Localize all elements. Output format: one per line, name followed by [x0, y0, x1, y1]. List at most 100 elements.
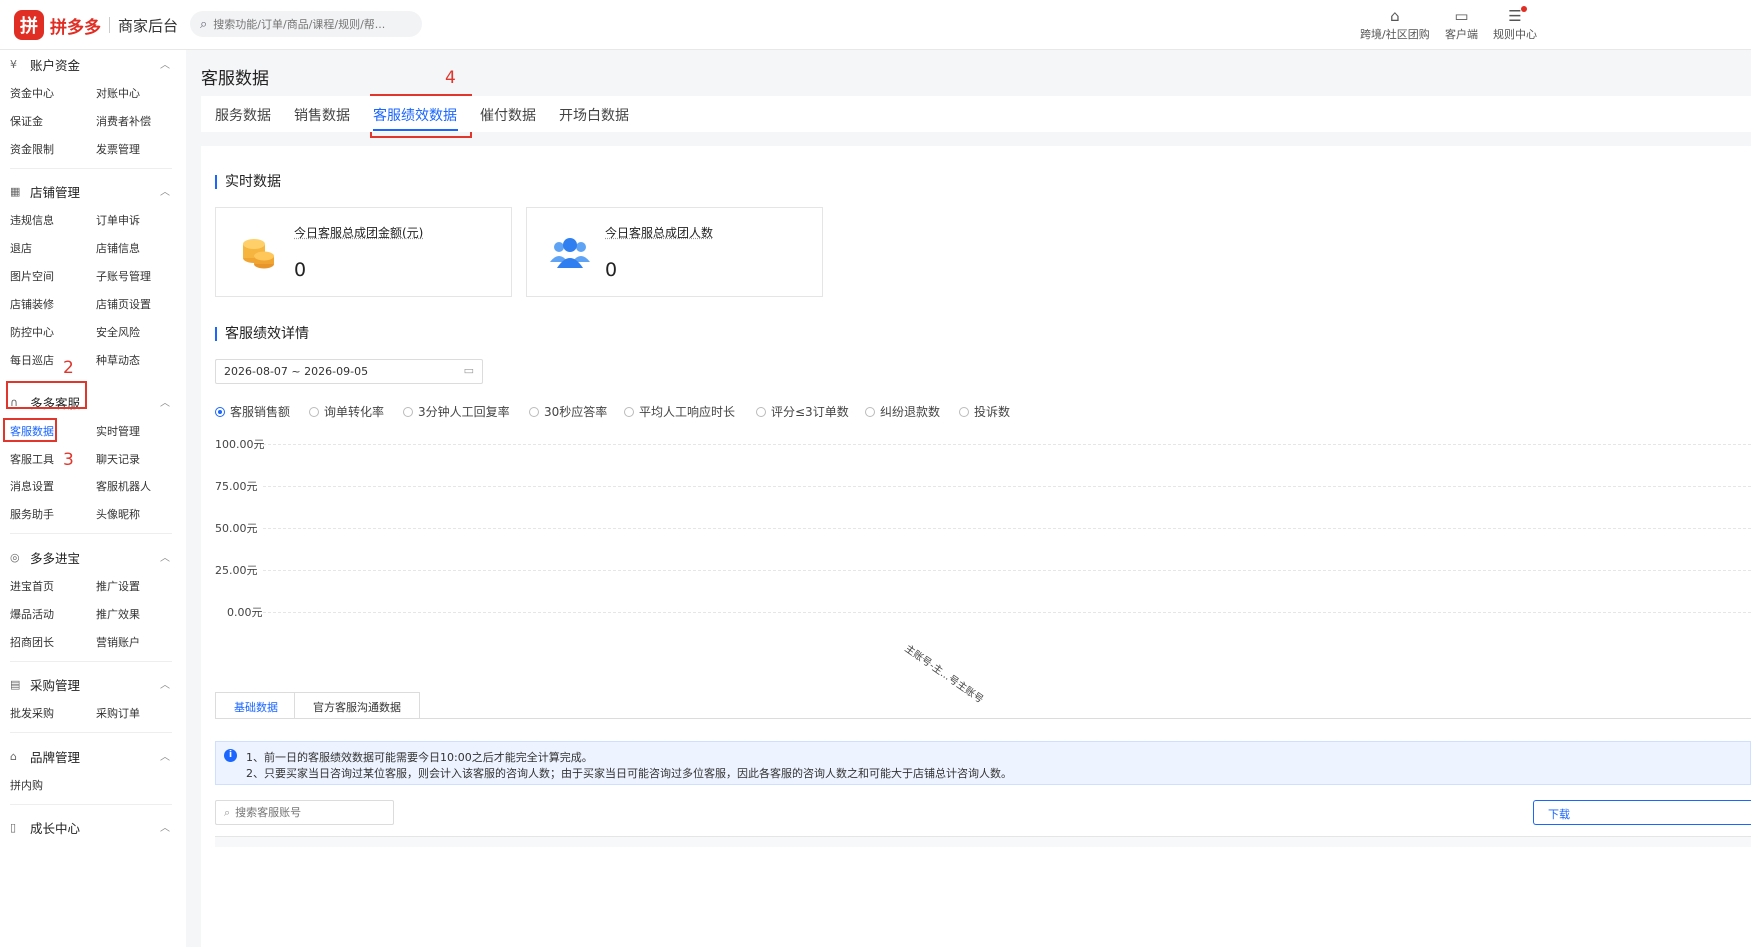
sidebar-item[interactable]: 进宝首页: [10, 578, 54, 594]
sidebar-item[interactable]: 安全风险: [96, 324, 140, 340]
stat-label: 今日客服总成团金额(元): [294, 226, 424, 240]
chevron-up-icon[interactable]: ︿: [160, 748, 170, 763]
global-search[interactable]: ⌕: [190, 11, 422, 37]
sidebar-item[interactable]: 图片空间: [10, 268, 54, 284]
radio-inquiry-conversion[interactable]: 询单转化率: [309, 403, 384, 420]
radio-avg-response[interactable]: 平均人工响应时长: [624, 403, 735, 420]
sidebar-item[interactable]: 消息设置: [10, 478, 54, 494]
radio-dot: [624, 406, 634, 417]
sidebar-item[interactable]: 防控中心: [10, 324, 54, 340]
sidebar-item[interactable]: 服务助手: [10, 506, 54, 522]
pdd-logo-icon: 拼: [14, 10, 44, 40]
sidebar-item[interactable]: 实时管理: [96, 423, 140, 439]
sidebar-item[interactable]: 招商团长: [10, 634, 54, 650]
stat-value: 0: [605, 259, 618, 281]
annotation-number: 4: [445, 68, 456, 88]
stat-card-people: 今日客服总成团人数 0: [526, 207, 823, 297]
sidebar-item[interactable]: 店铺信息: [96, 240, 140, 256]
chevron-up-icon[interactable]: ︿: [160, 183, 170, 198]
radio-complaints[interactable]: 投诉数: [959, 403, 1010, 420]
sidebar-item[interactable]: 消费者补偿: [96, 113, 151, 129]
tab-opening-line[interactable]: 开场白数据: [559, 105, 629, 125]
logo[interactable]: 拼 拼多多 商家后台: [14, 10, 178, 40]
radio-3min-reply[interactable]: 3分钟人工回复率: [403, 403, 510, 420]
sidebar-item[interactable]: 推广设置: [96, 578, 140, 594]
radio-label: 30秒应答率: [544, 405, 608, 419]
radio-dot: [215, 406, 225, 417]
tab-payment-reminder[interactable]: 催付数据: [480, 105, 536, 125]
radio-dispute-refund[interactable]: 纠纷退款数: [865, 403, 940, 420]
subtab-official-cs-data[interactable]: 官方客服沟通数据: [294, 692, 420, 719]
notice-line-1: 1、前一日的客服绩效数据可能需要今日10:00之后才能完全计算完成。: [246, 751, 593, 764]
sidebar-item[interactable]: 资金中心: [10, 85, 54, 101]
sidebar-item[interactable]: 子账号管理: [96, 268, 151, 284]
sidebar-item[interactable]: 店铺装修: [10, 296, 54, 312]
chevron-up-icon[interactable]: ︿: [160, 819, 170, 834]
tab-service-data[interactable]: 服务数据: [215, 105, 271, 125]
chevron-up-icon[interactable]: ︿: [160, 394, 170, 409]
radio-label: 平均人工响应时长: [639, 405, 736, 419]
stat-label: 今日客服总成团人数: [605, 226, 714, 240]
sidebar-item[interactable]: 批发采购: [10, 705, 54, 721]
sidebar-item[interactable]: 客服工具: [10, 451, 54, 467]
global-search-input[interactable]: [213, 17, 394, 31]
annotation-box-item: [3, 418, 57, 442]
sidebar-item[interactable]: 推广效果: [96, 606, 140, 622]
header-link-cross-border[interactable]: ⌂ 跨境/社区团购: [1360, 6, 1430, 42]
sidebar-group-growth-center[interactable]: ▯ 成长中心: [10, 818, 80, 837]
account-search[interactable]: ⌕: [215, 800, 394, 825]
sidebar-group-procurement[interactable]: ▤ 采购管理: [10, 675, 80, 694]
sidebar-item[interactable]: 每日巡店: [10, 352, 54, 368]
annotation-box-group: [6, 381, 87, 409]
radio-label: 客服销售额: [230, 405, 291, 419]
sidebar-item[interactable]: 爆品活动: [10, 606, 54, 622]
chevron-up-icon[interactable]: ︿: [160, 56, 170, 71]
sidebar-item[interactable]: 聊天记录: [96, 451, 140, 467]
header-link-rules[interactable]: ☰ 规则中心: [1493, 6, 1537, 42]
growth-icon: ▯: [10, 821, 17, 834]
date-range-picker[interactable]: 2026-08-07 ~ 2026-09-05 ▭: [215, 359, 483, 384]
tab-sales-data[interactable]: 销售数据: [294, 105, 350, 125]
sidebar-item[interactable]: 保证金: [10, 113, 43, 129]
radio-label: 投诉数: [974, 405, 1011, 419]
grid-line: [263, 570, 1751, 571]
radio-cs-sales[interactable]: 客服销售额: [215, 403, 290, 420]
tab-cs-performance[interactable]: 客服绩效数据: [373, 105, 457, 125]
subtab-basic-data[interactable]: 基础数据: [215, 692, 297, 719]
notification-dot: [1521, 6, 1527, 12]
sidebar-item[interactable]: 拼内购: [10, 777, 43, 793]
search-icon: ⌕: [224, 805, 231, 819]
download-button[interactable]: 下载: [1533, 800, 1751, 825]
sidebar-item[interactable]: 店铺页设置: [96, 296, 151, 312]
sidebar-item[interactable]: 营销账户: [96, 634, 140, 650]
radio-30s-response[interactable]: 30秒应答率: [529, 403, 607, 420]
info-notice: i 1、前一日的客服绩效数据可能需要今日10:00之后才能完全计算完成。 2、只…: [215, 741, 1751, 785]
grid-line: [263, 528, 1751, 529]
logo-subtitle: 商家后台: [118, 16, 179, 35]
sidebar-item[interactable]: 客服机器人: [96, 478, 151, 494]
sidebar-item[interactable]: 退店: [10, 240, 32, 256]
sidebar-item[interactable]: 头像昵称: [96, 506, 140, 522]
y-tick-label: 75.00元: [215, 480, 258, 493]
sidebar-item[interactable]: 采购订单: [96, 705, 140, 721]
group-title: 账户资金: [30, 58, 81, 73]
radio-low-rating[interactable]: 评分≤3订单数: [756, 403, 849, 420]
sidebar-group-duoduo-jinbao[interactable]: ◎ 多多进宝: [10, 548, 80, 567]
chevron-up-icon[interactable]: ︿: [160, 676, 170, 691]
info-icon: i: [224, 749, 237, 762]
sidebar-item[interactable]: 违规信息: [10, 212, 54, 228]
sidebar-item[interactable]: 种草动态: [96, 352, 140, 368]
sidebar-item[interactable]: 发票管理: [96, 141, 140, 157]
stat-value: 0: [294, 259, 307, 281]
sidebar-item[interactable]: 订单申诉: [96, 212, 140, 228]
sidebar-item[interactable]: 资金限制: [10, 141, 54, 157]
header-link-client[interactable]: ▭ 客户端: [1445, 6, 1478, 42]
sidebar-item[interactable]: 对账中心: [96, 85, 140, 101]
sidebar-group-brand-management[interactable]: ⌂ 品牌管理: [10, 747, 80, 766]
account-search-input[interactable]: [235, 806, 376, 819]
performance-chart: 100.00元 75.00元 50.00元 25.00元 0.00元 主账号-主…: [215, 435, 1751, 706]
chevron-up-icon[interactable]: ︿: [160, 549, 170, 564]
sidebar-group-store-management[interactable]: ▦ 店铺管理: [10, 182, 80, 201]
y-tick-label: 25.00元: [215, 564, 258, 577]
sidebar-group-account-funds[interactable]: ¥ 账户资金: [10, 55, 80, 74]
